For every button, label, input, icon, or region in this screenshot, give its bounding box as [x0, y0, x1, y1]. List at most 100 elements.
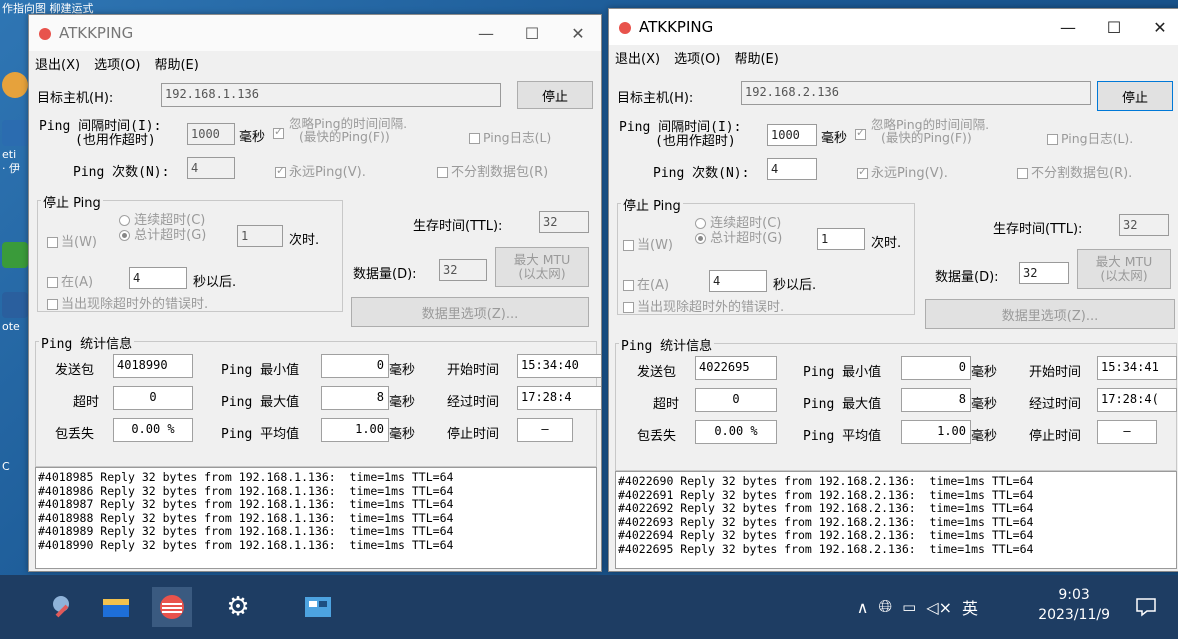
taskbar-settings[interactable]: ⚙: [218, 587, 258, 627]
menu-exit[interactable]: 退出(X): [615, 48, 660, 67]
timeout-label: 超时: [73, 395, 100, 410]
timeout-mode-radios: 连续超时(C) 总计超时(G): [119, 213, 206, 243]
ttl-input[interactable]: 32: [539, 211, 589, 233]
in-seconds-input[interactable]: 4: [709, 270, 767, 292]
log-line: #4018990 Reply 32 bytes from 192.168.1.1…: [38, 537, 454, 552]
no-fragment-checkbox[interactable]: 不分割数据包(R).: [1017, 162, 1132, 181]
seconds-after-label: 秒以后.: [193, 275, 237, 290]
max-mtu-button[interactable]: 最大 MTU (以太网): [1077, 249, 1171, 289]
stats-group-label: Ping 统计信息: [619, 335, 715, 354]
log-line: #4022693 Reply 32 bytes from 192.168.2.1…: [618, 514, 1034, 529]
close-icon[interactable]: ✕: [1137, 9, 1178, 45]
taskbar-app-settings[interactable]: [44, 587, 84, 627]
ping-log-checkbox[interactable]: Ping日志(L): [469, 127, 551, 146]
data-size-input[interactable]: 32: [1019, 262, 1069, 284]
checkbox-icon: [469, 133, 480, 144]
desktop-icon[interactable]: [0, 70, 30, 116]
volume-icon[interactable]: ◁×: [926, 598, 952, 617]
timeout-count-input[interactable]: 1: [817, 228, 865, 250]
taskbar-atkkping[interactable]: [152, 587, 192, 627]
menu-exit[interactable]: 退出(X): [35, 54, 80, 73]
data-options-button[interactable]: 数据里选项(Z)...: [351, 297, 589, 327]
avg-label: Ping 平均值: [803, 429, 882, 444]
maximize-icon[interactable]: ☐: [509, 15, 555, 51]
minimize-icon[interactable]: —: [463, 15, 509, 51]
ttl-input[interactable]: 32: [1119, 214, 1169, 236]
maximize-icon[interactable]: ☐: [1091, 9, 1137, 45]
close-icon[interactable]: ✕: [555, 15, 601, 51]
timeout-count-input[interactable]: 1: [237, 225, 283, 247]
taskbar-network-tool[interactable]: [298, 587, 338, 627]
menu-help[interactable]: 帮助(E): [734, 48, 778, 67]
elapsed-time-value: 17:28:4(: [1097, 388, 1177, 412]
atkkping-window-2: ATKKPING — ☐ ✕ 退出(X) 选项(O) 帮助(E) 目标主机(H)…: [608, 8, 1178, 572]
network-globe-icon[interactable]: 🌐︎: [878, 597, 892, 617]
desktop-icon[interactable]: eti: [0, 118, 30, 164]
window-title: ATKKPING: [639, 18, 714, 36]
battery-icon[interactable]: ▭: [902, 598, 916, 616]
min-unit: 毫秒: [971, 365, 998, 380]
data-size-input[interactable]: 32: [439, 259, 487, 281]
data-options-button[interactable]: 数据里选项(Z)...: [925, 299, 1175, 329]
clock[interactable]: 9:03 2023/11/9: [1038, 585, 1110, 625]
atkkping-window-1: ATKKPING — ☐ ✕ 退出(X) 选项(O) 帮助(E) 目标主机(H)…: [28, 14, 602, 572]
desktop-icon-label-block: · 伊: [0, 160, 30, 206]
when-checkbox[interactable]: 当(W): [623, 234, 673, 253]
interval-input[interactable]: 1000: [767, 124, 817, 146]
title-bar[interactable]: ATKKPING — ☐ ✕: [29, 15, 601, 51]
radio-icon: [695, 233, 706, 244]
stop-button[interactable]: 停止: [1097, 81, 1173, 111]
taskbar-file-explorer[interactable]: [96, 587, 136, 627]
target-host-input[interactable]: 192.168.1.136: [161, 83, 501, 107]
checkbox-icon: [47, 277, 58, 288]
stop-button[interactable]: 停止: [517, 81, 593, 109]
notification-icon: [1136, 598, 1156, 617]
ping-count-input[interactable]: 4: [767, 158, 817, 180]
when-error-checkbox[interactable]: 当出现除超时外的错误时.: [623, 296, 784, 315]
ping-log-checkbox[interactable]: Ping日志(L).: [1047, 128, 1133, 147]
interval-input[interactable]: 1000: [187, 123, 235, 145]
forever-ping-checkbox[interactable]: 永远Ping(V).: [857, 162, 948, 181]
ignore-interval-checkbox[interactable]: [273, 125, 287, 141]
desktop-top-text: 作指向图 柳建运式: [2, 2, 94, 15]
ping-count-input[interactable]: 4: [187, 157, 235, 179]
notification-center-button[interactable]: [1126, 587, 1166, 627]
show-hidden-icons-arrow[interactable]: ∧: [857, 598, 869, 617]
menu-bar: 退出(X) 选项(O) 帮助(E): [609, 45, 1178, 69]
desktop-icon[interactable]: ote: [0, 290, 30, 336]
in-seconds-checkbox[interactable]: 在(A): [47, 271, 93, 290]
no-fragment-checkbox[interactable]: 不分割数据包(R): [437, 161, 548, 180]
min-value: 0: [901, 356, 971, 380]
ping-count-label: Ping 次数(N):: [73, 165, 170, 180]
in-seconds-checkbox[interactable]: 在(A): [623, 274, 669, 293]
menu-options[interactable]: 选项(O): [94, 54, 140, 73]
total-timeout-radio[interactable]: 总计超时(G): [695, 231, 782, 246]
ignore-interval-checkbox[interactable]: [855, 126, 869, 142]
title-bar[interactable]: ATKKPING — ☐ ✕: [609, 9, 1178, 45]
when-error-checkbox[interactable]: 当出现除超时外的错误时.: [47, 293, 208, 312]
stop-time-label: 停止时间: [447, 427, 500, 442]
ping-log-output[interactable]: #4018985 Reply 32 bytes from 192.168.1.1…: [35, 467, 597, 569]
consecutive-timeout-radio[interactable]: 连续超时(C): [695, 216, 781, 231]
ping-log-output[interactable]: #4022690 Reply 32 bytes from 192.168.2.1…: [615, 471, 1177, 569]
window-body: 目标主机(H): 192.168.2.136 停止 Ping 间隔时间(I):(…: [609, 69, 1178, 571]
menu-options[interactable]: 选项(O): [674, 48, 720, 67]
max-mtu-button[interactable]: 最大 MTU (以太网): [495, 247, 589, 287]
total-timeout-radio[interactable]: 总计超时(G): [119, 228, 206, 243]
target-host-input[interactable]: 192.168.2.136: [741, 81, 1091, 105]
in-seconds-input[interactable]: 4: [129, 267, 187, 289]
forever-ping-checkbox[interactable]: 永远Ping(V).: [275, 161, 366, 180]
checkbox-icon: [1047, 134, 1058, 145]
max-value: 8: [321, 386, 389, 410]
desktop-icon[interactable]: [0, 240, 30, 286]
consecutive-timeout-radio[interactable]: 连续超时(C): [119, 213, 205, 228]
input-language-indicator[interactable]: 英: [962, 595, 978, 619]
gear-icon: ⚙: [226, 592, 250, 622]
checkbox-icon: [855, 126, 866, 140]
ttl-label: 生存时间(TTL):: [413, 219, 503, 234]
when-checkbox[interactable]: 当(W): [47, 231, 97, 250]
min-unit: 毫秒: [389, 363, 416, 378]
minimize-icon[interactable]: —: [1045, 9, 1091, 45]
menu-help[interactable]: 帮助(E): [154, 54, 198, 73]
log-line: #4018985 Reply 32 bytes from 192.168.1.1…: [38, 470, 454, 484]
